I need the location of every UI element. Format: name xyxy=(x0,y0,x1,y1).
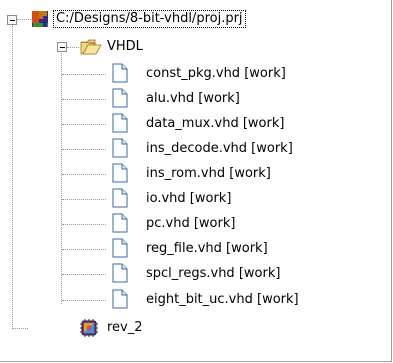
file-label: const_pkg.vhd [work] xyxy=(146,66,286,81)
tree-item-file[interactable]: eight_bit_uc.vhd [work] xyxy=(146,290,299,310)
tree-connector xyxy=(62,149,106,150)
tree-item-file[interactable]: io.vhd [work] xyxy=(146,189,231,209)
open-folder-icon xyxy=(80,38,102,56)
tree-connector xyxy=(12,25,13,329)
project-tree-panel: C:/Designs/8-bit-vhdl/proj.prj VHDL cons… xyxy=(0,0,392,362)
file-label: pc.vhd [work] xyxy=(146,216,236,231)
folder-label: VHDL xyxy=(107,39,143,54)
tree-connector xyxy=(62,124,106,125)
file-label: data_mux.vhd [work] xyxy=(146,116,285,131)
document-icon xyxy=(112,163,128,183)
file-label: spcl_regs.vhd [work] xyxy=(146,266,281,281)
tree-item-file[interactable]: ins_decode.vhd [work] xyxy=(146,139,293,159)
tree-item-revision[interactable]: rev_2 xyxy=(107,318,143,338)
tree-connector xyxy=(62,224,106,225)
file-label: io.vhd [work] xyxy=(146,191,232,206)
tree-connector xyxy=(62,199,106,200)
tree-connector xyxy=(12,328,28,329)
revision-chip-icon xyxy=(79,318,99,338)
tree-item-file[interactable]: spcl_regs.vhd [work] xyxy=(146,264,280,284)
tree-connector xyxy=(62,174,106,175)
document-icon xyxy=(112,188,128,208)
tree-connector xyxy=(61,51,62,304)
revision-label: rev_2 xyxy=(107,320,143,335)
tree-item-file[interactable]: pc.vhd [work] xyxy=(146,214,235,234)
tree-connector xyxy=(62,249,106,250)
project-chip-icon xyxy=(31,10,49,28)
tree-item-file[interactable]: const_pkg.vhd [work] xyxy=(146,64,286,84)
tree-item-file[interactable]: data_mux.vhd [work] xyxy=(146,114,284,134)
file-label: eight_bit_uc.vhd [work] xyxy=(146,292,299,307)
file-label: ins_decode.vhd [work] xyxy=(146,141,293,156)
tree-connector xyxy=(17,19,31,20)
tree-item-vhdl-folder[interactable]: VHDL xyxy=(107,37,143,57)
collapse-minus-icon[interactable] xyxy=(57,42,67,52)
file-label: reg_file.vhd [work] xyxy=(146,241,268,256)
tree-item-project[interactable]: C:/Designs/8-bit-vhdl/proj.prj xyxy=(53,9,246,29)
tree-item-file[interactable]: ins_rom.vhd [work] xyxy=(146,164,271,184)
project-label: C:/Designs/8-bit-vhdl/proj.prj xyxy=(53,10,246,28)
document-icon xyxy=(112,263,128,283)
document-icon xyxy=(112,63,128,83)
collapse-minus-icon[interactable] xyxy=(7,15,17,25)
tree-item-file[interactable]: reg_file.vhd [work] xyxy=(146,239,268,259)
file-label: ins_rom.vhd [work] xyxy=(146,166,271,181)
file-label: alu.vhd [work] xyxy=(146,91,240,106)
document-icon xyxy=(112,138,128,158)
tree-item-file[interactable]: alu.vhd [work] xyxy=(146,89,240,109)
document-icon xyxy=(112,289,128,309)
document-icon xyxy=(112,113,128,133)
document-icon xyxy=(112,213,128,233)
document-icon xyxy=(112,238,128,258)
document-icon xyxy=(112,88,128,108)
tree-connector xyxy=(62,99,106,100)
tree-connector xyxy=(62,300,106,301)
tree-connector xyxy=(62,74,106,75)
tree-connector xyxy=(62,274,106,275)
tree-connector xyxy=(67,47,79,48)
